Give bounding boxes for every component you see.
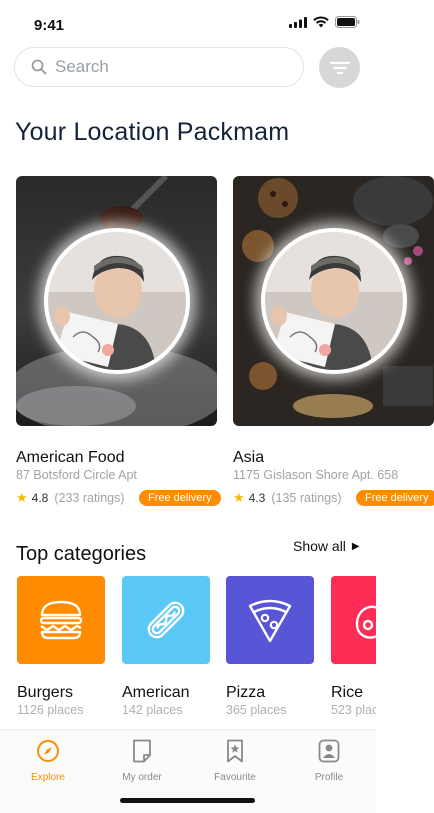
search-placeholder: Search <box>55 57 109 76</box>
page-title: Your Location Packmam <box>15 118 290 146</box>
wifi-icon <box>313 16 329 28</box>
category-name: Pizza <box>226 684 266 701</box>
profile-icon <box>318 739 340 763</box>
chef-avatar-frame <box>260 228 407 374</box>
meat-icon <box>355 605 376 639</box>
filter-button[interactable] <box>319 47 360 88</box>
hotdog-icon <box>147 601 185 639</box>
filter-icon <box>329 61 350 74</box>
restaurant-card[interactable]: American Food 87 Botsford Circle Apt ★ 4… <box>16 176 221 506</box>
free-delivery-badge: Free delivery <box>139 490 221 506</box>
category-tile <box>331 576 376 664</box>
rating-row: ★ 4.8 (233 ratings) <box>16 489 125 507</box>
rating-value: 4.8 <box>31 491 49 505</box>
chef-avatar-frame <box>43 228 190 374</box>
tab-label: My order <box>122 772 162 783</box>
tab-label: Profile <box>314 772 344 783</box>
restaurant-photo <box>16 176 217 426</box>
restaurant-address: 1175 Gislason Shore Apt. 658 <box>233 468 399 482</box>
pizza-icon <box>248 599 292 643</box>
rating-count: (233 ratings) <box>54 491 125 505</box>
show-all-label: Show all <box>293 538 346 554</box>
bookmark-icon <box>227 739 243 763</box>
category-places: 142 places <box>122 703 183 717</box>
category-pizza[interactable]: Pizza 365 places <box>226 576 314 717</box>
document-icon <box>133 739 151 763</box>
restaurant-name: Asia <box>233 449 265 466</box>
status-time: 9:41 <box>34 17 65 34</box>
compass-icon <box>37 740 59 762</box>
category-rice[interactable]: Rice 523 places <box>331 576 376 717</box>
signal-icon <box>289 16 307 28</box>
caret-right-icon: ▶ <box>351 540 360 552</box>
category-places: 523 places <box>331 703 376 717</box>
restaurant-card[interactable]: Asia 1175 Gislason Shore Apt. 658 ★ 4.3 … <box>233 176 434 506</box>
search-input[interactable]: Search <box>14 47 304 87</box>
categories-title: Top categories <box>16 543 147 565</box>
show-all-link[interactable]: Show all ▶ <box>293 538 360 554</box>
free-delivery-badge: Free delivery <box>356 490 434 506</box>
tab-favourite[interactable]: Favourite <box>195 738 275 783</box>
category-places: 1126 places <box>17 703 84 717</box>
tab-explore[interactable]: Explore <box>8 738 88 783</box>
status-icons <box>289 16 360 28</box>
battery-icon <box>335 16 360 28</box>
star-icon: ★ <box>16 490 28 505</box>
category-tile <box>226 576 314 664</box>
restaurant-name: American Food <box>16 449 125 466</box>
burger-icon <box>39 600 83 640</box>
category-name: American <box>122 684 190 701</box>
category-tile <box>17 576 105 664</box>
chef-avatar <box>47 232 186 370</box>
category-places: 365 places <box>226 703 287 717</box>
tab-label: Favourite <box>214 772 256 783</box>
restaurant-address: 87 Botsford Circle Apt <box>16 468 137 482</box>
category-tile <box>122 576 210 664</box>
rating-row: ★ 4.3 (135 ratings) <box>233 489 342 507</box>
search-icon <box>31 59 47 75</box>
category-name: Rice <box>331 684 364 701</box>
tab-profile[interactable]: Profile <box>289 738 369 783</box>
category-american[interactable]: American 142 places <box>122 576 210 717</box>
tab-label: Explore <box>31 772 65 783</box>
category-burgers[interactable]: Burgers 1126 places <box>17 576 105 717</box>
rating-count: (135 ratings) <box>271 491 342 505</box>
star-icon: ★ <box>233 490 245 505</box>
rating-value: 4.3 <box>248 491 266 505</box>
chef-avatar <box>264 232 403 370</box>
tab-my-order[interactable]: My order <box>102 738 182 783</box>
home-indicator <box>120 798 255 803</box>
status-bar: 9:41 <box>0 0 376 48</box>
category-name: Burgers <box>17 684 74 701</box>
restaurant-photo <box>233 176 434 426</box>
